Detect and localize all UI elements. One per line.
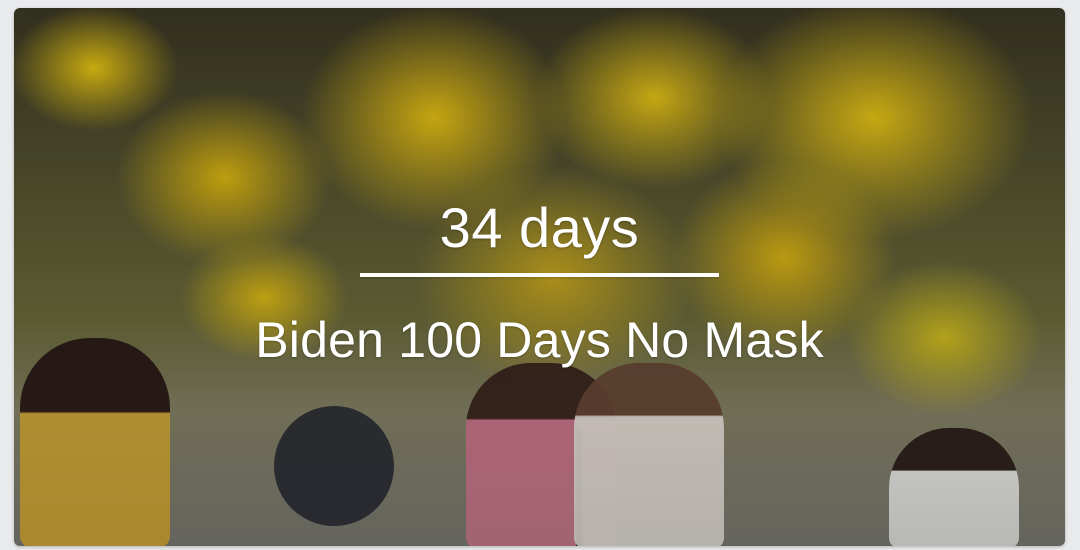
divider-line [360, 273, 719, 277]
event-title-label: Biden 100 Days No Mask [255, 312, 824, 368]
countdown-days-label: 34 days [439, 196, 640, 259]
countdown-card[interactable]: 34 days Biden 100 Days No Mask [14, 8, 1065, 546]
countdown-content: 34 days Biden 100 Days No Mask [14, 8, 1065, 546]
